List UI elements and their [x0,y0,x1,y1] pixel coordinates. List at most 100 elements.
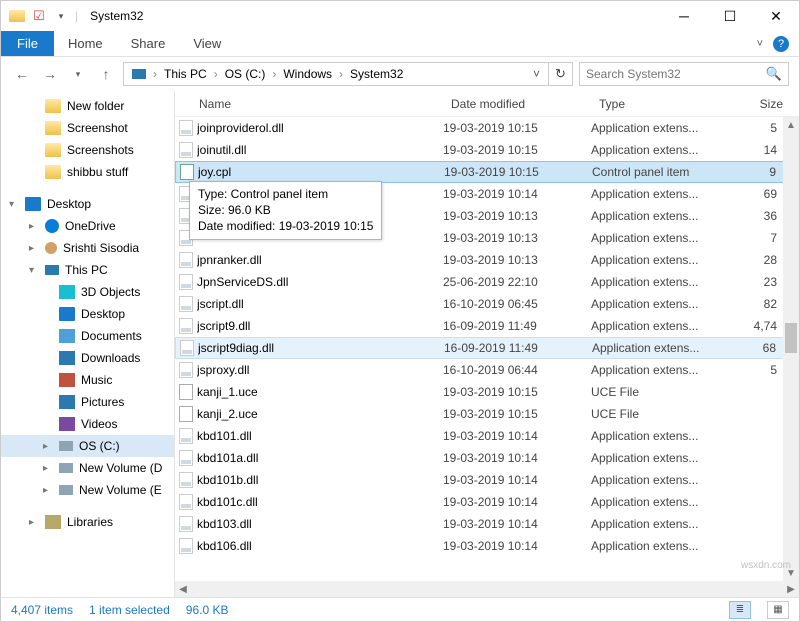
file-tab[interactable]: File [1,31,54,56]
file-row[interactable]: jsproxy.dll16-10-2019 06:44Application e… [175,359,799,381]
titlebar: ☑ ▾ | System32 ─ ☐ ✕ [1,1,799,31]
horizontal-scrollbar[interactable]: ◀ ▶ [175,581,799,597]
col-name[interactable]: Name [175,91,443,116]
file-row[interactable]: jscript.dll16-10-2019 06:45Application e… [175,293,799,315]
navigation-tree[interactable]: New folderScreenshotScreenshotsshibbu st… [1,91,175,597]
file-row[interactable]: joinutil.dll19-03-2019 10:15Application … [175,139,799,161]
scroll-left-icon[interactable]: ◀ [175,581,191,597]
vertical-scrollbar[interactable]: ▲ ▼ [783,117,799,581]
tree-item[interactable]: ▾This PC [1,259,174,281]
tree-item[interactable]: ▸New Volume (D [1,457,174,479]
tree-item[interactable]: Music [1,369,174,391]
col-type[interactable]: Type [591,91,715,116]
search-icon[interactable]: 🔍 [766,66,782,82]
tree-item[interactable]: Videos [1,413,174,435]
view-large-button[interactable]: ▦ [767,601,789,619]
back-button[interactable]: ← [11,63,33,85]
view-details-button[interactable]: ≣ [729,601,751,619]
scroll-right-icon[interactable]: ▶ [783,581,799,597]
tree-item[interactable]: 3D Objects [1,281,174,303]
search-box[interactable]: 🔍 [579,62,789,86]
file-icon [175,406,197,422]
chevron-icon[interactable]: ▸ [29,221,39,232]
file-date: 19-03-2019 10:15 [443,143,591,157]
file-row[interactable]: kbd106.dll19-03-2019 10:14Application ex… [175,535,799,557]
tree-item[interactable]: ▸OS (C:) [1,435,174,457]
chevron-icon[interactable]: ▸ [43,463,53,474]
address-dropdown-icon[interactable]: ˅ [527,67,546,81]
tree-quick-item[interactable]: Screenshots [1,139,174,161]
tab-view[interactable]: View [179,31,235,56]
file-row[interactable]: joy.cpl19-03-2019 10:15Control panel ite… [175,161,799,183]
tree-label: OneDrive [65,219,116,233]
tree-label: Libraries [67,515,113,529]
file-row[interactable]: joinproviderol.dll19-03-2019 10:15Applic… [175,117,799,139]
col-size[interactable]: Size [715,91,799,116]
tree-item[interactable]: Desktop [1,303,174,325]
addr-pc-icon[interactable] [126,63,152,85]
col-date[interactable]: Date modified [443,91,591,116]
file-type: Application extens... [591,143,715,157]
file-row[interactable]: kbd101.dll19-03-2019 10:14Application ex… [175,425,799,447]
file-date: 19-03-2019 10:15 [443,407,591,421]
file-row[interactable]: JpnServiceDS.dll25-06-2019 22:10Applicat… [175,271,799,293]
file-row[interactable]: kbd101c.dll19-03-2019 10:14Application e… [175,491,799,513]
crumb-this-pc[interactable]: This PC [158,63,213,85]
file-row[interactable]: jpnranker.dll19-03-2019 10:13Application… [175,249,799,271]
tree-item-icon [25,197,41,211]
chevron-icon[interactable]: ▸ [43,441,53,452]
qat-dropdown-icon[interactable]: ▾ [53,8,69,24]
chevron-icon[interactable]: ▸ [29,517,39,528]
recent-dropdown[interactable]: ▾ [67,63,89,85]
file-row[interactable]: kbd101b.dll19-03-2019 10:14Application e… [175,469,799,491]
file-row[interactable]: jscript9.dll16-09-2019 11:49Application … [175,315,799,337]
search-input[interactable] [586,67,766,81]
file-row[interactable]: kbd103.dll19-03-2019 10:14Application ex… [175,513,799,535]
tree-item[interactable]: Pictures [1,391,174,413]
tree-label: Pictures [81,395,124,409]
crumb-windows[interactable]: Windows [277,63,338,85]
tree-item-icon [59,463,73,473]
minimize-button[interactable]: ─ [661,1,707,31]
crumb-os-c[interactable]: OS (C:) [219,63,272,85]
file-row[interactable]: kanji_1.uce19-03-2019 10:15UCE File [175,381,799,403]
tab-home[interactable]: Home [54,31,117,56]
address-bar[interactable]: › This PC › OS (C:) › Windows › System32… [123,62,549,86]
up-button[interactable]: ↑ [95,63,117,85]
scroll-up-icon[interactable]: ▲ [783,117,799,133]
file-rows: joinproviderol.dll19-03-2019 10:15Applic… [175,117,799,581]
help-icon[interactable]: ? [773,36,789,52]
forward-button[interactable]: → [39,63,61,85]
tree-item[interactable]: ▸New Volume (E [1,479,174,501]
tree-item[interactable]: Downloads [1,347,174,369]
refresh-button[interactable]: ↻ [549,62,573,86]
crumb-system32[interactable]: System32 [344,63,409,85]
file-name: kbd106.dll [197,539,443,553]
file-row[interactable]: kanji_2.uce19-03-2019 10:15UCE File [175,403,799,425]
tree-item[interactable]: ▸ Srishti Sisodia [1,237,174,259]
qat-checkbox-icon[interactable]: ☑ [31,8,47,24]
file-type: Application extens... [591,517,715,531]
chevron-icon[interactable]: ▸ [43,485,53,496]
tree-item[interactable]: Documents [1,325,174,347]
tree-libraries[interactable]: ▸ Libraries [1,511,174,533]
scroll-thumb[interactable] [785,323,797,353]
chevron-icon[interactable]: ▾ [29,265,39,276]
tree-label: Srishti Sisodia [63,241,139,255]
file-date: 19-03-2019 10:14 [443,473,591,487]
tree-item[interactable]: ▾Desktop [1,193,174,215]
tree-quick-item[interactable]: shibbu stuff [1,161,174,183]
tree-quick-item[interactable]: New folder [1,95,174,117]
tree-item[interactable]: ▸ OneDrive [1,215,174,237]
file-row[interactable]: jscript9diag.dll16-09-2019 11:49Applicat… [175,337,799,359]
chevron-icon[interactable]: ▸ [29,243,39,254]
tab-share[interactable]: Share [117,31,180,56]
file-date: 19-03-2019 10:14 [443,539,591,553]
file-row[interactable]: kbd101a.dll19-03-2019 10:14Application e… [175,447,799,469]
ribbon-collapse-icon[interactable]: ˅ [757,38,763,50]
tree-quick-item[interactable]: Screenshot [1,117,174,139]
chevron-icon[interactable]: ▾ [9,199,19,210]
tree-item-icon [45,219,59,233]
close-button[interactable]: ✕ [753,1,799,31]
maximize-button[interactable]: ☐ [707,1,753,31]
